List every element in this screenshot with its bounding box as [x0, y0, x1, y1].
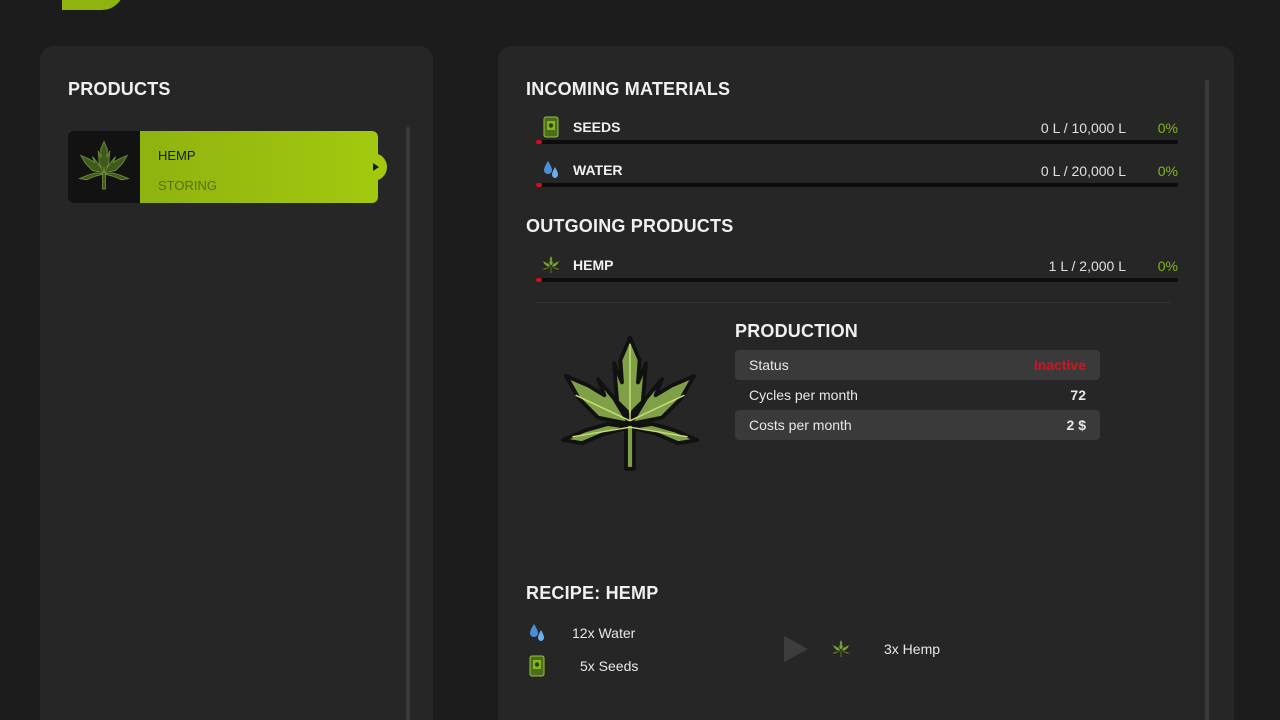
hemp-leaf-icon [831, 638, 851, 658]
seeds-bag-icon [543, 116, 559, 138]
production-title: PRODUCTION [735, 321, 858, 341]
material-percent: 0% [1157, 163, 1178, 179]
product-status: STORING [158, 178, 217, 193]
product-row-hemp: HEMP 1 L / 2,000 L 0% [536, 254, 1178, 290]
production-row-label: Costs per month [749, 417, 852, 433]
production-row-label: Cycles per month [749, 387, 858, 403]
product-card-body: HEMP STORING [140, 131, 387, 203]
material-fill-bar [536, 140, 1178, 144]
recipe-output-text: 3x Hemp [884, 641, 941, 657]
details-scrollbar[interactable] [1205, 80, 1209, 720]
production-table: Status Inactive Cycles per month 72 Cost… [735, 350, 1100, 440]
product-name: HEMP [158, 148, 196, 163]
fill-bar-level [536, 183, 542, 187]
material-row-seeds: SEEDS 0 L / 10,000 L 0% [536, 116, 1178, 152]
products-title: PRODUCTS [68, 79, 171, 99]
chevron-right-icon [373, 163, 379, 171]
product-fill-bar [536, 278, 1178, 282]
material-percent: 0% [1157, 120, 1178, 136]
material-amount: 0 L / 20,000 L [1040, 163, 1126, 179]
recipe-title: RECIPE: HEMP [526, 583, 659, 603]
production-row-costs: Costs per month 2 $ [735, 410, 1100, 440]
recipe-input-water: 12x Water [528, 622, 635, 644]
recipe-output-hemp: 3x Hemp [830, 638, 940, 660]
material-fill-bar [536, 183, 1178, 187]
hemp-leaf-icon [560, 335, 700, 471]
production-row-label: Status [749, 357, 789, 373]
product-label: HEMP [573, 257, 614, 273]
recipe-input-text: 5x Seeds [580, 658, 639, 674]
material-label: WATER [573, 162, 623, 178]
material-row-water: WATER 0 L / 20,000 L 0% [536, 159, 1178, 195]
logo-tab [62, 0, 124, 10]
outgoing-products-title: OUTGOING PRODUCTS [526, 216, 734, 236]
product-thumbnail [68, 131, 140, 203]
recipe-input-seeds: 5x Seeds [528, 655, 638, 677]
products-scrollbar[interactable] [406, 127, 410, 720]
material-label: SEEDS [573, 119, 621, 135]
status-value: Inactive [1033, 357, 1086, 373]
fill-bar-level [536, 278, 542, 282]
hemp-leaf-icon [541, 254, 561, 274]
material-amount: 0 L / 10,000 L [1040, 120, 1126, 136]
production-row-status: Status Inactive [735, 350, 1100, 380]
production-row-cycles: Cycles per month 72 [735, 380, 1100, 410]
water-drop-icon [530, 624, 544, 641]
section-divider [536, 302, 1170, 303]
incoming-materials-title: INCOMING MATERIALS [526, 79, 731, 99]
product-card-hemp[interactable]: HEMP STORING [68, 131, 387, 203]
product-percent: 0% [1157, 258, 1178, 274]
recipe-input-text: 12x Water [572, 625, 636, 641]
fill-bar-level [536, 140, 542, 144]
cycles-value: 72 [1070, 387, 1086, 403]
hemp-leaf-icon [79, 141, 129, 190]
water-drop-icon [544, 161, 558, 178]
play-arrow-icon [784, 636, 808, 662]
seeds-bag-icon [529, 655, 545, 677]
costs-value: 2 $ [1066, 417, 1086, 433]
product-amount: 1 L / 2,000 L [1048, 258, 1126, 274]
